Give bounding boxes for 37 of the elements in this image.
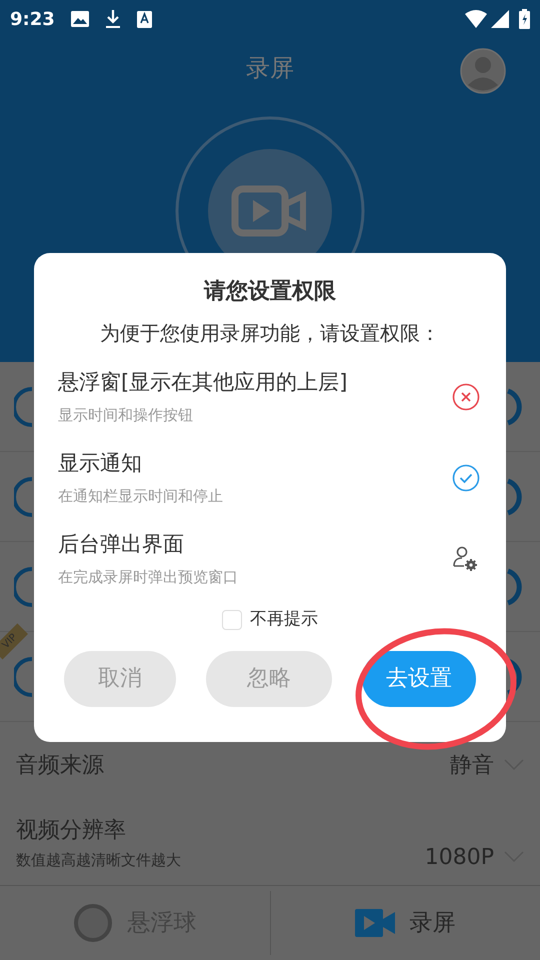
dialog-title: 请您设置权限 [204,278,336,306]
ring-icon [14,566,34,606]
status-time: 9:23 [10,8,55,32]
check-icon [452,464,480,492]
dialog-button[interactable]: 取消 [64,650,176,706]
signal-icon [491,10,509,28]
permission-title: 显示通知 [58,450,143,476]
close-icon [452,382,480,410]
download-icon [104,9,121,29]
avatar-icon[interactable] [460,48,506,94]
setting-dropdown[interactable]: 1080P [424,840,524,874]
permission-title: 悬浮窗[显示在其他应用的上层] [58,368,348,396]
permission-description: 在完成录屏时弹出预览窗口 [58,567,238,588]
setting-dropdown[interactable]: 静音 [450,748,524,782]
dialog-button[interactable]: 去设置 [362,650,476,706]
video-camera-icon [355,909,396,937]
dialog-button[interactable]: 忽略 [206,650,332,706]
ring-icon [14,386,34,426]
checkbox-label: 不再提示 [250,608,318,631]
setting-label: 视频分辨率 [16,817,127,846]
permission-description: 显示时间和操作按钮 [58,405,194,426]
ring-icon [73,903,114,943]
permission-description: 在通知栏显示时间和停止 [58,486,223,507]
wifi-icon [465,10,487,28]
user-settings-icon [450,544,480,572]
ring-icon [14,476,34,516]
battery-icon [519,9,530,29]
ring-icon [14,656,34,696]
dialog-subtitle: 为便于您使用录屏功能，请设置权限： [100,320,440,347]
setting-label: 音频来源 [16,752,104,780]
header-title: 录屏 [246,53,294,84]
permission-title: 后台弹出界面 [58,530,185,558]
image-icon [70,11,89,27]
setting-description: 数值越高越清晰文件越大 [16,850,181,872]
nav-tab[interactable]: 录屏 [270,906,540,940]
checkbox[interactable] [222,610,242,630]
keyboard-icon [136,10,152,28]
